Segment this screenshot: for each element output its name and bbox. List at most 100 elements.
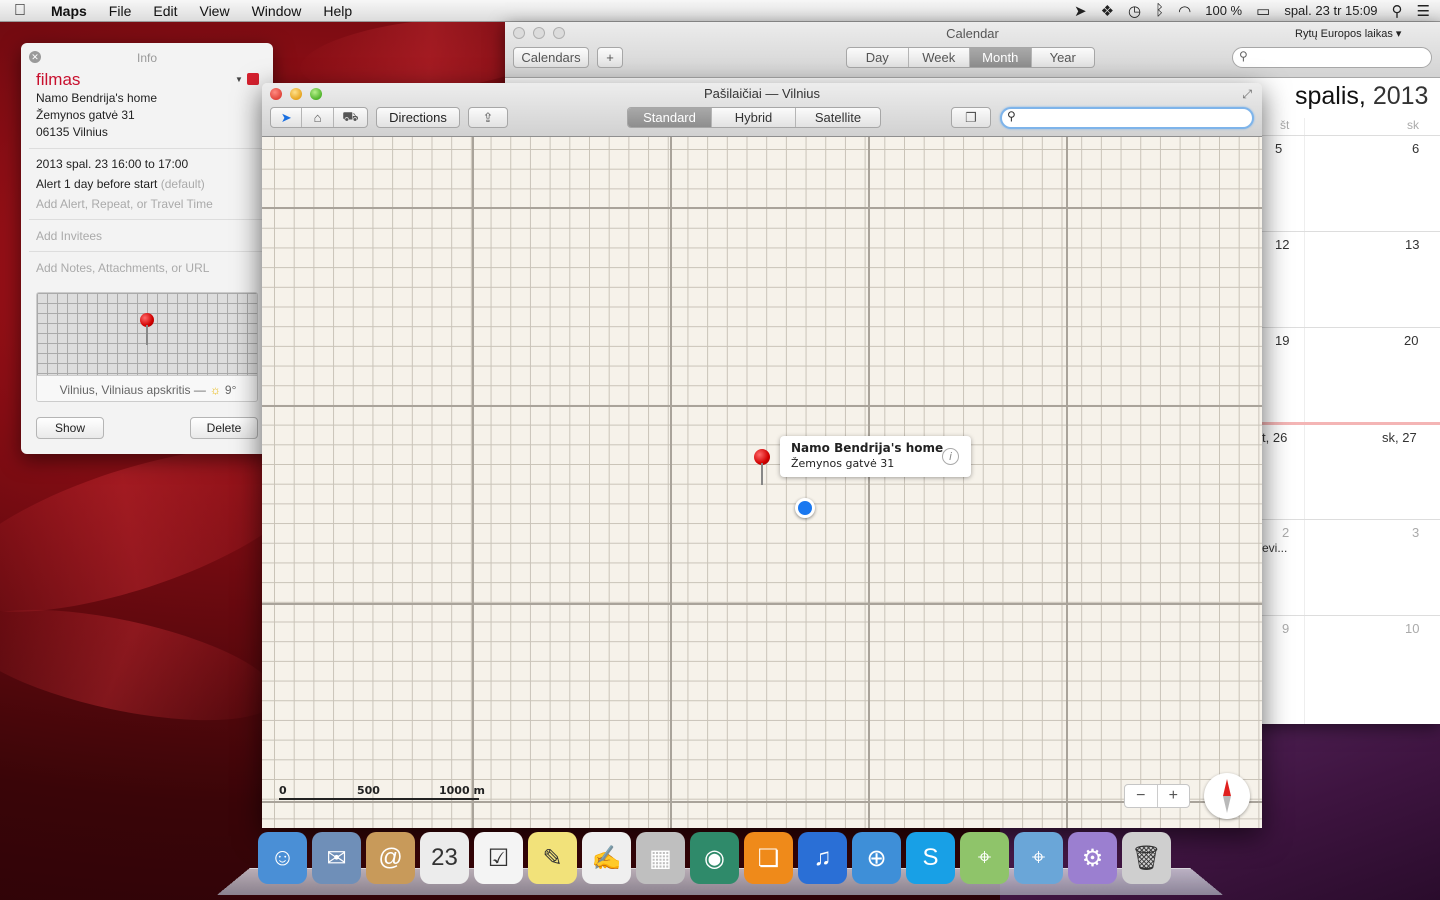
add-invitees-field[interactable]: Add Invitees [36, 229, 102, 243]
tab-year[interactable]: Year [1032, 48, 1094, 67]
preview-icon[interactable]: ⌖ [1014, 832, 1063, 884]
itunes-icon[interactable]: ♫ [798, 832, 847, 884]
textedit-icon[interactable]: ✍ [582, 832, 631, 884]
add-alert-field[interactable]: Add Alert, Repeat, or Travel Time [36, 197, 213, 211]
directions-button[interactable]: Directions [376, 107, 460, 128]
show-button[interactable]: Show [36, 417, 104, 439]
current-location-button[interactable]: ➤ [271, 108, 303, 127]
menu-app-maps[interactable]: Maps [40, 3, 98, 19]
ibooks-icon[interactable]: ❏ [744, 832, 793, 884]
skype-icon[interactable]: S [906, 832, 955, 884]
calculator-icon[interactable]: ▦ [636, 832, 685, 884]
location-map-thumbnail[interactable]: Vilnius, Vilniaus apskritis — ☼ 9° [36, 292, 258, 402]
maps-search-input[interactable]: ⚲ [1000, 107, 1254, 129]
day-cell[interactable]: 20 [1404, 333, 1418, 348]
trash-icon[interactable]: 🗑 [1122, 832, 1171, 884]
zoom-out-button[interactable]: − [1125, 785, 1158, 807]
contacts-icon[interactable]: @ [366, 832, 415, 884]
add-notes-field[interactable]: Add Notes, Attachments, or URL [36, 261, 209, 275]
search-icon: ⚲ [1007, 109, 1016, 123]
maps-icon[interactable]: ⌖ [960, 832, 1009, 884]
map-road [670, 137, 672, 828]
menu-edit[interactable]: Edit [142, 3, 188, 19]
wifi-icon[interactable]: ◠ [1178, 2, 1191, 20]
calendar-view-switcher: Day Week Month Year [846, 47, 1095, 68]
day-cell[interactable]: sk, 27 [1382, 430, 1417, 445]
map-pin-icon[interactable] [754, 449, 770, 485]
share-button[interactable]: ⇪ [468, 107, 508, 128]
month-year: 2013 [1372, 82, 1429, 110]
callout-title: Namo Bendrija's home [791, 441, 944, 455]
finder-icon[interactable]: ☺ [258, 832, 307, 884]
tab-month[interactable]: Month [970, 48, 1032, 67]
current-location-dot[interactable] [795, 498, 815, 518]
menu-help[interactable]: Help [312, 3, 363, 19]
callout-subtitle: Žemynos gatvė 31 [791, 457, 895, 470]
compass-icon[interactable] [1204, 773, 1250, 819]
bluetooth-icon[interactable]: ᛒ [1155, 2, 1164, 19]
safari-icon[interactable]: ⊕ [852, 832, 901, 884]
day-cell[interactable]: 9 [1282, 621, 1289, 636]
event-time[interactable]: 2013 spal. 23 16:00 to 17:00 [36, 157, 188, 171]
pin-callout[interactable]: Namo Bendrija's home Žemynos gatvė 31 i [780, 436, 971, 477]
day-header-sat: sk [1407, 118, 1419, 132]
menubar-clock[interactable]: spal. 23 tr 15:09 [1284, 3, 1377, 18]
traffic-button[interactable]: ⛟ [334, 108, 367, 127]
event-alert[interactable]: Alert 1 day before start (default) [36, 177, 205, 191]
calendar-search-input[interactable]: ⚲ [1232, 47, 1432, 68]
day-cell[interactable]: 2 [1282, 525, 1289, 540]
tab-hybrid[interactable]: Hybrid [712, 108, 796, 127]
day-cell[interactable]: 10 [1405, 621, 1419, 636]
dropbox-icon[interactable]: ❖ [1101, 2, 1114, 20]
apple-menu-icon[interactable]:  [0, 2, 40, 20]
day-cell[interactable]: 19 [1275, 333, 1289, 348]
tab-week[interactable]: Week [909, 48, 970, 67]
day-cell[interactable]: 13 [1405, 237, 1419, 252]
event-location[interactable]: Namo Bendrija's home Žemynos gatvė 31 06… [36, 90, 157, 141]
fullscreen-icon[interactable]: ⤢ [1242, 87, 1252, 102]
map-road [262, 801, 1262, 803]
map-road [868, 137, 870, 828]
calendar-color-picker[interactable]: ▼ [235, 73, 259, 85]
wallpaper-streak [0, 587, 286, 743]
day-cell[interactable]: t, 26 [1262, 430, 1287, 445]
calendars-button[interactable]: Calendars [513, 47, 589, 68]
map-road [1066, 137, 1068, 828]
tab-day[interactable]: Day [847, 48, 909, 67]
location-services-icon[interactable]: ➤ [1074, 2, 1087, 20]
map-pin-icon [140, 313, 154, 345]
add-event-button[interactable]: + [597, 47, 623, 68]
search-icon: ⚲ [1239, 49, 1248, 63]
photo-booth-icon[interactable]: ◉ [690, 832, 739, 884]
3d-view-button[interactable]: ⌂ [302, 108, 334, 127]
mail-stamp-icon[interactable]: ✉ [312, 832, 361, 884]
notification-center-icon[interactable]: ☰ [1417, 2, 1430, 20]
menu-file[interactable]: File [98, 3, 143, 19]
compass-needle [1223, 779, 1231, 813]
event-item[interactable]: evi... [1262, 541, 1287, 555]
reminders-icon[interactable]: ☑ [474, 832, 523, 884]
tab-standard[interactable]: Standard [628, 108, 712, 127]
bookmarks-button[interactable]: ❐ [951, 107, 991, 128]
battery-icon[interactable]: ▭ [1256, 2, 1270, 20]
day-cell[interactable]: 6 [1412, 141, 1419, 156]
menu-window[interactable]: Window [241, 3, 313, 19]
battery-percentage[interactable]: 100 % [1205, 3, 1242, 18]
delete-button[interactable]: Delete [190, 417, 258, 439]
event-title[interactable]: filmas [36, 70, 80, 90]
zoom-in-button[interactable]: + [1158, 785, 1190, 807]
day-cell[interactable]: 12 [1275, 237, 1289, 252]
stickies-icon[interactable]: ✎ [528, 832, 577, 884]
timezone-selector[interactable]: Rytų Europos laikas ▾ [1295, 27, 1401, 40]
calendar-icon[interactable]: 23 [420, 832, 469, 884]
temperature: 9° [224, 382, 237, 397]
applications-folder-icon[interactable]: ⚙ [1068, 832, 1117, 884]
menu-view[interactable]: View [188, 3, 240, 19]
nav-tools: ➤ ⌂ ⛟ [270, 107, 368, 128]
spotlight-search-icon[interactable]: ⚲ [1392, 2, 1403, 20]
info-icon[interactable]: i [942, 448, 959, 465]
time-machine-icon[interactable]: ◷ [1128, 2, 1141, 20]
day-cell[interactable]: 3 [1412, 525, 1419, 540]
tab-satellite[interactable]: Satellite [796, 108, 880, 127]
day-cell[interactable]: 5 [1275, 141, 1282, 156]
